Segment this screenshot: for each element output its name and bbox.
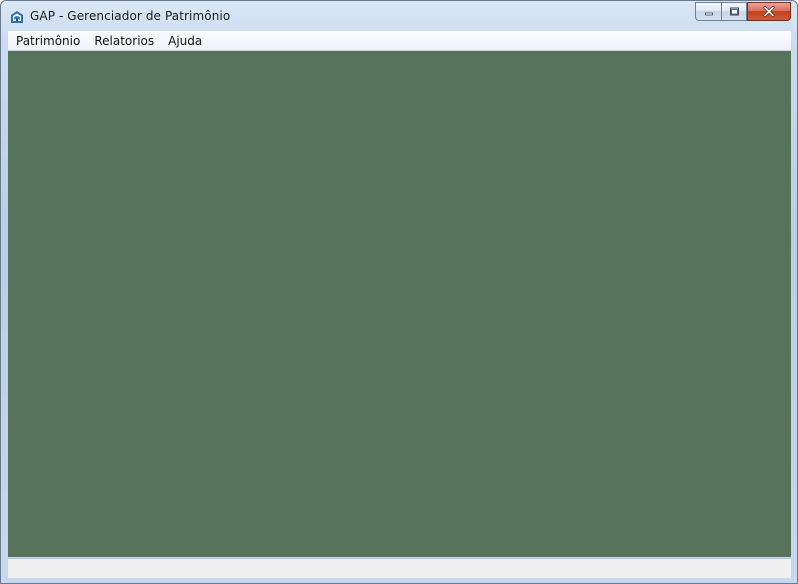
menu-item-patrimonio[interactable]: Patrimônio (8, 31, 87, 51)
app-window: GAP - Gerenciador de Patrimônio Patrimôn… (0, 0, 798, 584)
close-icon (763, 2, 775, 21)
menu-item-relatorios[interactable]: Relatorios (87, 31, 161, 51)
maximize-icon (729, 2, 740, 21)
caption-buttons (695, 2, 791, 22)
mdi-client-area[interactable] (8, 51, 791, 557)
close-button[interactable] (747, 2, 791, 21)
maximize-button[interactable] (721, 2, 747, 21)
menu-item-ajuda[interactable]: Ajuda (161, 31, 209, 51)
menu-bar: Patrimônio Relatorios Ajuda (8, 31, 791, 51)
window-title: GAP - Gerenciador de Patrimônio (30, 9, 231, 23)
title-bar[interactable]: GAP - Gerenciador de Patrimônio (1, 1, 797, 31)
app-icon (9, 9, 25, 25)
status-bar (8, 558, 791, 578)
minimize-icon (704, 2, 714, 21)
minimize-button[interactable] (695, 2, 721, 21)
